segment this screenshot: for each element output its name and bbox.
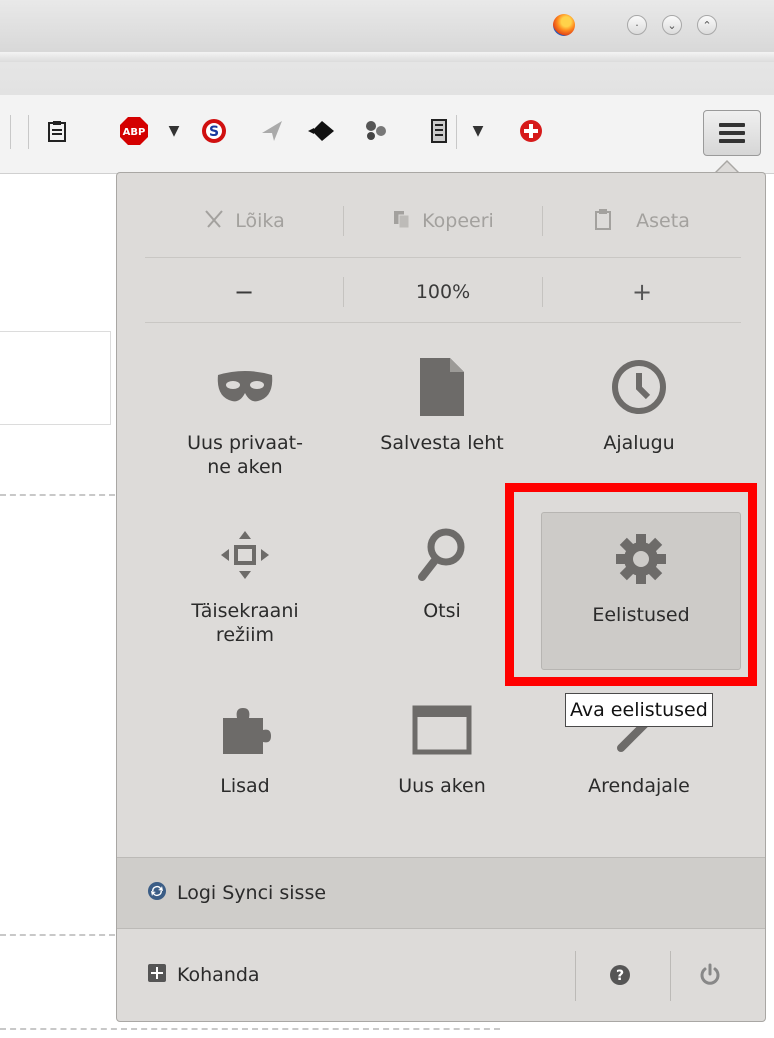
new-window-button[interactable]: Uus aken: [344, 678, 540, 833]
zoom-out-label: −: [233, 278, 255, 306]
zoom-reset-button[interactable]: 100%: [344, 281, 542, 303]
sync-label: Logi Synci sisse: [177, 882, 327, 904]
help-icon: ?: [610, 965, 630, 985]
divider: [145, 257, 741, 258]
page-icon: [420, 357, 464, 417]
footer-separator: [575, 951, 576, 1001]
battery-icon[interactable]: [425, 117, 453, 145]
dashed-divider: [0, 494, 115, 496]
hamburger-bar: [719, 131, 745, 135]
developer-label: Arendajale: [588, 775, 690, 797]
open-menu-button[interactable]: [703, 110, 761, 156]
fullscreen-button[interactable]: Täisekraani režiim: [147, 503, 343, 658]
sync-icon: [147, 881, 167, 906]
dropdown-arrow-icon[interactable]: ▼: [160, 117, 188, 145]
preferences-tooltip: Ava eelistused: [565, 693, 713, 727]
history-label: Ajalugu: [603, 432, 675, 454]
copy-label: Kopeeri: [422, 210, 494, 232]
toolbar-separator: [28, 115, 29, 149]
title-bar: · ⌄ ⌃: [0, 0, 774, 96]
zoom-level: 100%: [415, 281, 471, 303]
new-window-label: Uus aken: [398, 775, 486, 797]
hamburger-bar: [719, 139, 745, 143]
nav-toolbar: ABP ▼ S ▼: [0, 95, 774, 174]
hamburger-bar: [719, 123, 745, 127]
zoom-controls: − 100% +: [145, 262, 741, 322]
bird-icon[interactable]: [308, 117, 336, 145]
send-arrow-icon[interactable]: [258, 117, 286, 145]
edit-controls: Lõika Kopeeri Aseta: [145, 191, 741, 251]
page-input-field[interactable]: [0, 331, 111, 425]
quit-button[interactable]: [695, 960, 725, 990]
save-page-button[interactable]: Salvesta leht: [344, 335, 540, 490]
svg-text:ABP: ABP: [123, 127, 146, 138]
clipboard-list-icon[interactable]: [43, 117, 71, 145]
title-bar-shine: [0, 52, 774, 62]
fullscreen-label: Täisekraani režiim: [191, 600, 299, 646]
close-button[interactable]: ⌃: [697, 15, 717, 35]
plus-square-icon: [147, 963, 167, 988]
adblock-plus-icon[interactable]: ABP: [118, 117, 150, 145]
red-cross-icon[interactable]: [517, 117, 545, 145]
customize-label: Kohanda: [177, 964, 260, 986]
find-label: Otsi: [423, 600, 461, 622]
toolbar-separator: [10, 115, 11, 149]
dashed-divider: [0, 1028, 500, 1030]
paste-icon: [594, 208, 612, 235]
copy-icon: [392, 209, 412, 234]
footer-separator: [670, 951, 671, 1001]
paste-button[interactable]: Aseta: [543, 208, 741, 235]
sync-signin-button[interactable]: Logi Synci sisse: [117, 857, 765, 929]
toolbar-separator: [456, 115, 457, 149]
copy-button[interactable]: Kopeeri: [344, 209, 542, 234]
addons-button[interactable]: Lisad: [147, 678, 343, 833]
new-private-window-label: Uus privaat- ne aken: [187, 432, 303, 478]
dashed-divider: [0, 934, 115, 936]
history-button[interactable]: Ajalugu: [541, 335, 737, 490]
zoom-in-button[interactable]: +: [543, 278, 741, 306]
new-private-window-button[interactable]: Uus privaat- ne aken: [147, 335, 343, 490]
search-icon: [416, 525, 468, 585]
maximize-button[interactable]: ⌄: [662, 15, 682, 35]
scissors-icon: [203, 208, 225, 235]
addons-label: Lisad: [220, 775, 270, 797]
zoom-out-button[interactable]: −: [145, 278, 343, 306]
bubbles-icon[interactable]: [362, 117, 390, 145]
puzzle-icon: [219, 700, 271, 760]
dropdown-arrow-icon[interactable]: ▼: [464, 117, 492, 145]
power-icon: [700, 963, 720, 985]
svg-text:S: S: [209, 124, 219, 140]
clock-icon: [611, 357, 667, 417]
svg-text:?: ?: [616, 968, 624, 984]
firefox-logo-icon: [553, 14, 575, 36]
paste-label: Aseta: [636, 210, 690, 232]
help-button[interactable]: ?: [605, 960, 635, 990]
customize-button[interactable]: Kohanda: [117, 929, 557, 1021]
fullscreen-icon: [219, 525, 271, 585]
mask-icon: [216, 357, 274, 417]
minimize-button[interactable]: ·: [627, 15, 647, 35]
highlight-box: [505, 483, 757, 686]
divider: [145, 322, 741, 323]
save-page-label: Salvesta leht: [380, 432, 504, 454]
zoom-in-label: +: [631, 278, 653, 306]
cut-label: Lõika: [235, 210, 285, 232]
window-icon: [412, 700, 472, 760]
cut-button[interactable]: Lõika: [145, 208, 343, 235]
red-s-icon[interactable]: S: [200, 117, 228, 145]
